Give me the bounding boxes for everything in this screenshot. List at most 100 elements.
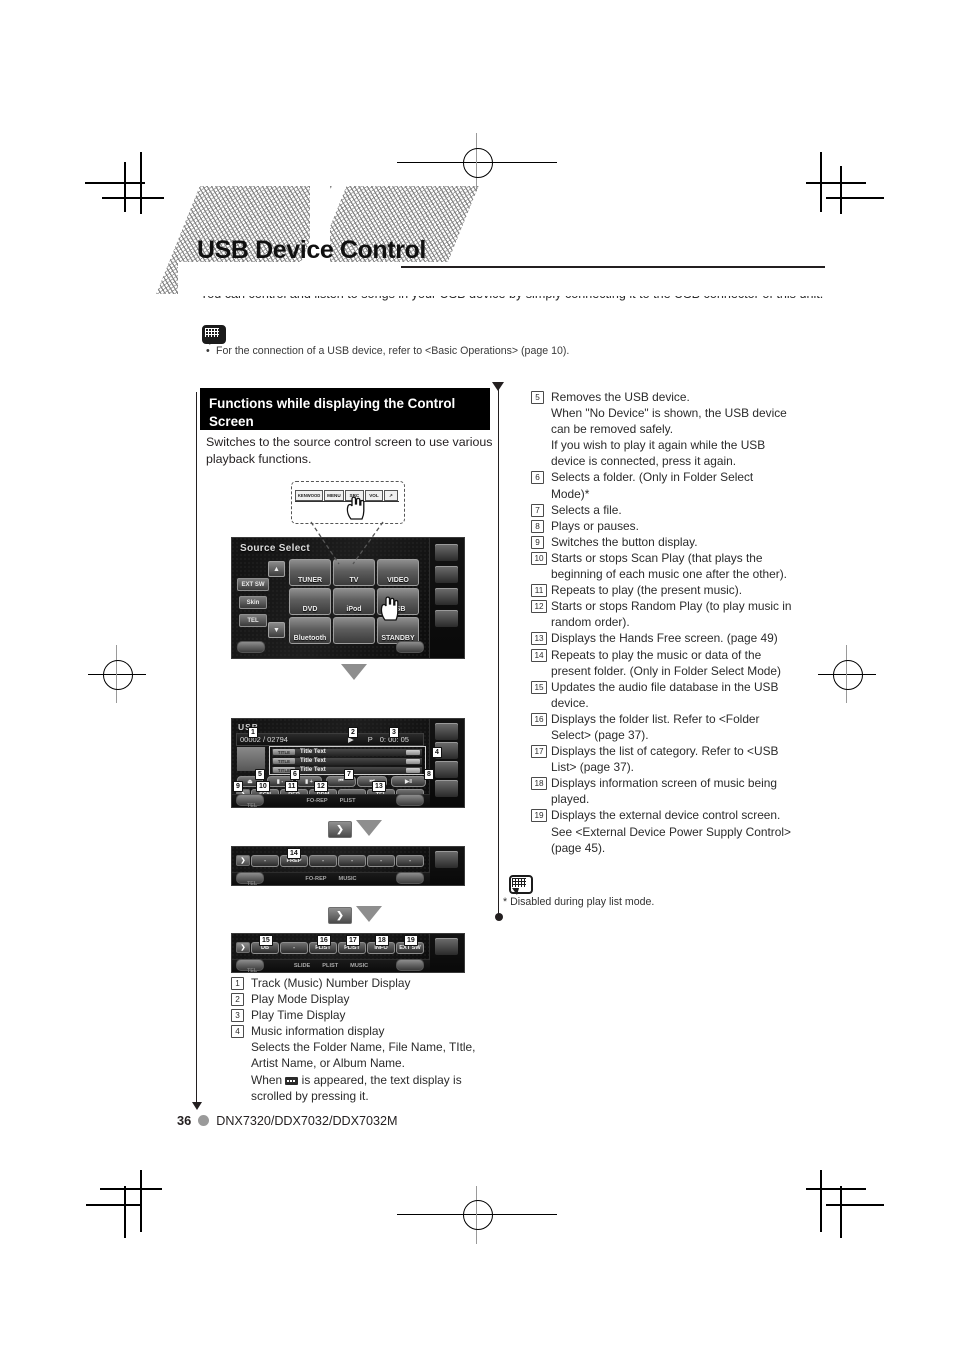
title-text-3: Title Text [300,767,326,774]
volume-down-control[interactable] [237,641,265,653]
status-fo-rep-2: FO-REP [305,876,327,882]
head-unit-key-menu[interactable]: MENU [324,490,344,501]
callout-15: 15 [259,935,273,946]
callout-5: 5 [255,769,265,780]
registration-top-circle [463,148,493,178]
right-column-flowline [498,386,500,917]
scroll-tag-2[interactable] [406,758,420,764]
crop-mark-tl-h [102,197,164,199]
volume-up-control-4[interactable] [396,959,424,971]
sidebar-icon-audio-2[interactable] [435,761,458,778]
sub1-blank-button-1[interactable]: - [251,855,279,867]
sub2-blank-button-1[interactable]: - [280,942,308,954]
playback-right-sidebar [429,719,464,807]
title-row-1[interactable]: TITLE Title Text [272,748,422,756]
volume-up-control-2[interactable] [396,794,424,806]
sidebar-icon-setup-2[interactable] [435,780,458,797]
item-number-18: 18 [531,777,547,791]
item-text-6: Selects a folder. (Only in Folder Select… [551,470,754,501]
sidebar-icon-setup-4[interactable] [435,938,458,955]
button-display-switch-3[interactable]: ❯ [236,942,250,953]
flow-triangle-3 [356,906,382,922]
scroll-tag-3[interactable] [406,767,420,773]
list-item: 8 Plays or pauses. [531,518,793,534]
page-title: USB Device Control [197,236,426,264]
item-number-13: 13 [531,632,547,646]
sub2-right-sidebar [429,934,464,972]
registration-right-circle [833,660,863,690]
source-button-tel[interactable]: TEL [239,614,267,627]
item-text-8: Plays or pauses. [551,518,639,533]
callout-4: 4 [432,747,442,758]
item-number-17: 17 [531,745,547,759]
source-scroll-up-button[interactable]: ▲ [268,561,285,577]
source-button-ext-sw[interactable]: EXT SW [237,578,269,591]
flow-triangle-2 [356,820,382,836]
next-page-button-2[interactable]: ❯ [328,907,352,924]
list-item: 2 Play Mode Display [231,991,496,1007]
sidebar-icon-disc[interactable] [435,544,458,561]
play-pause-button[interactable]: ▶‖ [391,776,426,787]
crop-mark-br-v [820,1170,822,1232]
status-music-3: MUSIC [350,963,369,969]
item-number-1: 1 [231,977,244,990]
crop-mark-tr2-h [826,197,884,199]
source-button-skin[interactable]: Skin [239,596,267,609]
status-slide-3: SLIDE [293,963,311,969]
item-number-2: 2 [231,993,244,1007]
item-text-11: Repeats to play (the present music). [551,583,742,598]
usb-control-screen-page2[interactable]: ❯ - FREP - - - - FO-REP MUSIC [231,846,465,886]
callout-13: 13 [372,781,386,792]
title-row-2[interactable]: TITLE Title Text [272,757,422,765]
sub1-blank-button-3[interactable]: - [338,855,366,867]
source-tile-empty[interactable] [333,617,375,644]
scroll-tag-1[interactable] [406,749,420,755]
right-numbered-list: 5 Removes the USB device. When "No Devic… [531,389,793,856]
sidebar-icon-camera[interactable] [435,566,458,583]
sub1-blank-button-5[interactable]: - [396,855,424,867]
playback-tel-indicator: TEL [247,803,258,809]
hand-cursor-icon-usb-tile [380,596,399,621]
callout-6: 6 [290,769,300,780]
list-item: 9 Switches the button display. [531,534,793,550]
sub1-blank-button-2[interactable]: - [309,855,337,867]
sidebar-icon-disc-2[interactable] [435,723,458,740]
button-display-switch-2[interactable]: ❯ [236,855,250,866]
item-number-5: 5 [531,391,544,404]
source-tile-dvd[interactable]: DVD [289,588,331,615]
right-column-flow-arrow-top [492,382,504,391]
source-tile-bluetooth[interactable]: Bluetooth [289,617,331,644]
list-item: 14 Repeats to play the music or data of … [531,647,793,679]
sub1-tel-indicator: TEL [247,881,258,887]
volume-up-control-3[interactable] [396,872,424,884]
hand-cursor-icon-balloon [346,496,365,520]
sidebar-icon-setup-3[interactable] [435,851,458,868]
title-text-2: Title Text [300,758,326,765]
list-item: 3 Play Time Display [231,1007,496,1023]
item-text-16: Displays the folder list. Refer to <Fold… [551,711,760,742]
item-text-2: Play Mode Display [251,992,350,1007]
title-tag-1: TITLE [273,749,295,756]
callout-18: 18 [375,935,389,946]
head-unit-key-eject[interactable]: ↗ [383,490,398,501]
callout-8: 8 [424,769,434,780]
callout-19: 19 [404,935,418,946]
item-number-14: 14 [531,648,547,662]
list-item: 5 Removes the USB device. When "No Devic… [531,389,793,469]
source-scroll-down-button[interactable]: ▼ [268,622,285,638]
footnote-text: * Disabled during play list mode. [503,896,655,908]
item-text-17: Displays the list of category. Refer to … [551,744,779,775]
source-tile-ipod[interactable]: iPod [333,588,375,615]
crop-mark-bl2-v [124,1186,126,1238]
list-item: 13 Displays the Hands Free screen. (page… [531,630,793,646]
sidebar-icon-audio[interactable] [435,588,458,605]
crop-mark-br-h [806,1188,866,1190]
sidebar-icon-setup[interactable] [435,610,458,627]
item-text-5: Removes the USB device. When "No Device"… [551,390,787,469]
volume-up-control[interactable] [396,641,424,653]
callout-14: 14 [287,848,301,859]
sub1-blank-button-4[interactable]: - [367,855,395,867]
item-text-7: Selects a file. [551,502,622,517]
note-icon-footnote [509,875,533,895]
next-page-button-1[interactable]: ❯ [328,821,352,838]
